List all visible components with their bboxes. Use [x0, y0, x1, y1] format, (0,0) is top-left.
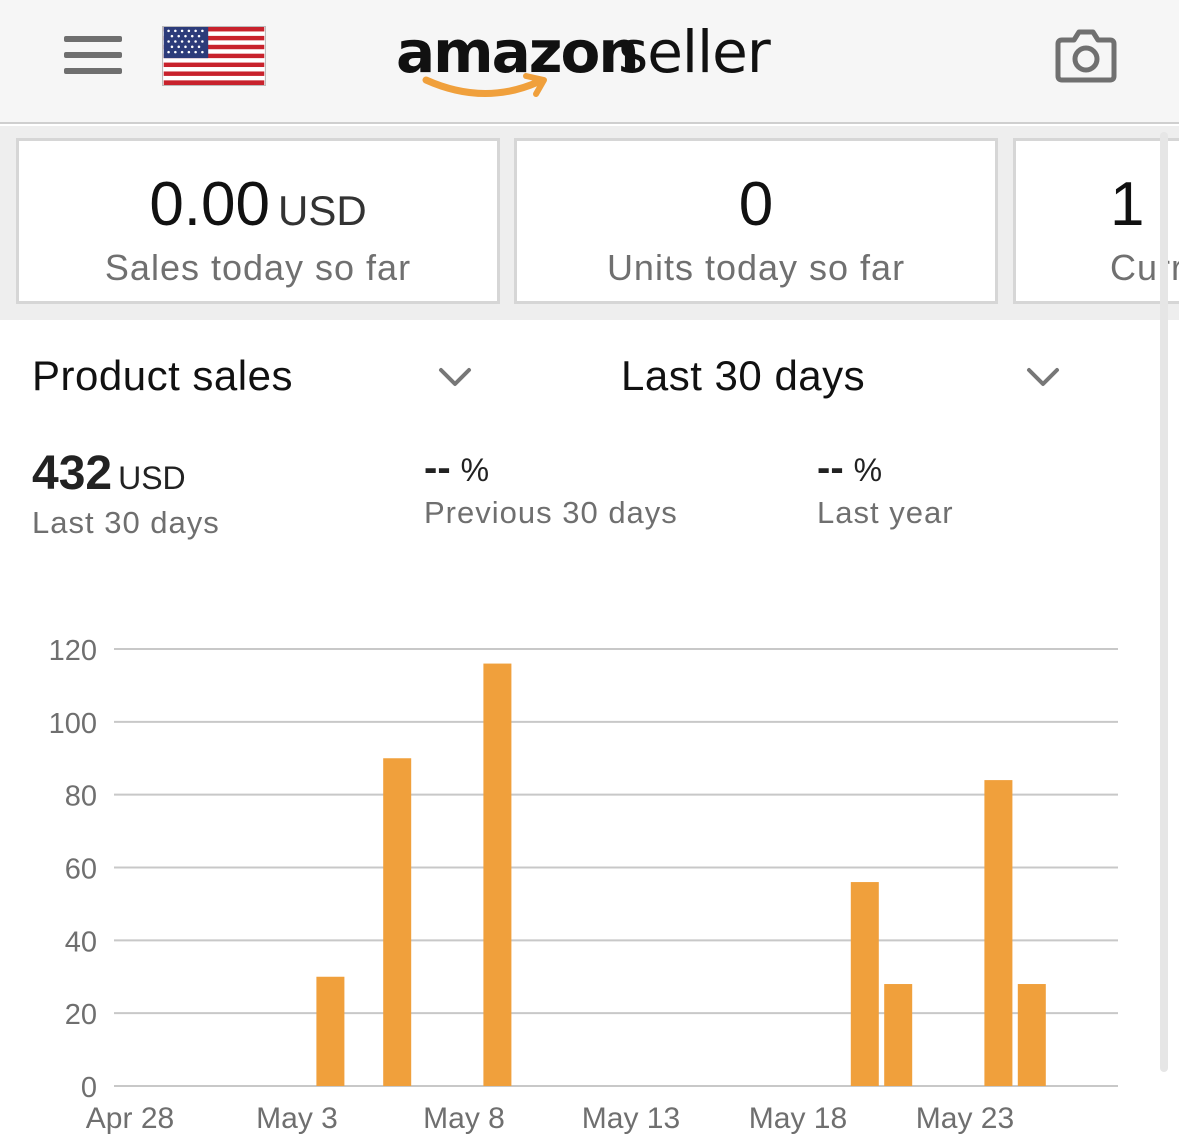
- x-tick-label: May 13: [582, 1102, 680, 1135]
- bar-may-20[interactable]: [850, 882, 879, 1086]
- y-tick-label: 80: [65, 781, 97, 813]
- bar-may-9[interactable]: [483, 663, 512, 1086]
- sales-today-value: 0.00 USD: [19, 169, 497, 240]
- chevron-down-icon: [1027, 368, 1059, 386]
- metric-previous-number: --: [424, 446, 451, 490]
- sales-today-card[interactable]: 0.00 USD Sales today so far: [16, 138, 500, 304]
- sales-today-amount: 0.00: [149, 170, 270, 239]
- x-tick-label: May 23: [916, 1102, 1014, 1135]
- hamburger-icon[interactable]: [64, 34, 124, 76]
- sales-today-label: Sales today so far: [104, 247, 412, 288]
- bar-may-21[interactable]: [884, 984, 913, 1086]
- metric-last-year-unit: %: [853, 452, 883, 488]
- metric-last-year-number: --: [817, 446, 844, 490]
- units-today-value: 0: [738, 170, 774, 239]
- metric-last-year-label: Last year: [817, 495, 954, 530]
- third-stat-label: Curr: [1110, 247, 1179, 288]
- y-tick-label: 20: [65, 999, 97, 1031]
- x-tick-label: May 3: [256, 1102, 338, 1135]
- stat-cards-carousel[interactable]: 0.00 USD Sales today so far 0 Units today…: [0, 126, 1179, 320]
- metric-total-unit: USD: [118, 460, 186, 496]
- metric-last-year-value: --%: [817, 446, 954, 491]
- metric-selector-label: Product sales: [32, 352, 293, 399]
- scrollbar[interactable]: [1160, 132, 1168, 1072]
- third-stat-card[interactable]: 1 Curr: [1013, 138, 1179, 304]
- metric-total: 432 USD Last 30 days: [32, 446, 220, 541]
- range-selector-label: Last 30 days: [621, 352, 866, 399]
- y-tick-label: 120: [49, 635, 97, 667]
- units-today-card[interactable]: 0 Units today so far: [514, 138, 998, 304]
- x-tick-label: Apr 28: [86, 1102, 174, 1135]
- amazon-seller-logo: amazon seller: [396, 14, 796, 106]
- metric-total-label: Last 30 days: [32, 505, 220, 540]
- metric-selector[interactable]: Product sales: [32, 352, 472, 412]
- metric-previous-label: Previous 30 days: [424, 495, 678, 530]
- metric-total-number: 432: [32, 447, 113, 500]
- metric-total-value: 432 USD: [32, 446, 220, 501]
- y-tick-label: 100: [49, 708, 97, 740]
- x-tick-label: May 18: [749, 1102, 847, 1135]
- metric-previous-unit: %: [460, 452, 490, 488]
- metric-previous: --% Previous 30 days: [424, 446, 678, 531]
- metric-last-year: --% Last year: [817, 446, 954, 531]
- bar-may-25[interactable]: [1017, 984, 1046, 1086]
- logo-secondary-text: seller: [618, 18, 771, 86]
- y-tick-label: 40: [65, 926, 97, 958]
- bar-may-6[interactable]: [383, 758, 412, 1086]
- metric-previous-value: --%: [424, 446, 678, 491]
- chevron-down-icon: [439, 368, 471, 386]
- sales-today-unit: USD: [277, 187, 367, 234]
- bar-may-4[interactable]: [316, 976, 345, 1086]
- app-header: amazon seller: [0, 0, 1179, 124]
- x-tick-label: May 8: [423, 1102, 505, 1135]
- y-tick-label: 60: [65, 854, 97, 886]
- y-tick-label: 0: [81, 1072, 97, 1104]
- units-today-label: Units today so far: [606, 247, 906, 288]
- product-sales-chart: 0 20 40 60 80 100 120 Apr 28 May 3 May 8 May 13 May…: [49, 635, 1118, 1135]
- bar-may-24[interactable]: [984, 780, 1013, 1086]
- third-stat-value: 1: [1110, 170, 1145, 239]
- camera-icon[interactable]: [1054, 28, 1118, 84]
- range-selector[interactable]: Last 30 days: [621, 352, 1061, 412]
- us-flag-icon[interactable]: [162, 26, 266, 86]
- amazon-smile-icon: [422, 73, 547, 97]
